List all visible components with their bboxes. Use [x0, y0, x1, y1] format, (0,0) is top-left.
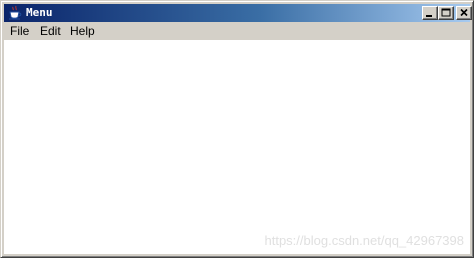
content-pane: https://blog.csdn.net/qq_42967398: [4, 40, 470, 254]
menu-file[interactable]: File: [10, 22, 29, 40]
window-title: Menu: [26, 6, 53, 19]
minimize-icon: [426, 15, 432, 17]
menu-bar: File Edit Help: [4, 22, 470, 40]
close-icon: [460, 8, 468, 17]
minimize-button[interactable]: [422, 6, 438, 20]
maximize-button[interactable]: [438, 6, 454, 20]
menu-edit[interactable]: Edit: [40, 22, 61, 40]
watermark-text: https://blog.csdn.net/qq_42967398: [264, 233, 465, 248]
application-window: Menu File Edit Help https://blog.csdn.ne…: [0, 0, 474, 258]
maximize-icon: [441, 8, 451, 17]
title-bar[interactable]: Menu: [4, 4, 472, 22]
close-button[interactable]: [456, 6, 472, 20]
java-cup-icon: [7, 5, 23, 21]
menu-help[interactable]: Help: [70, 22, 95, 40]
